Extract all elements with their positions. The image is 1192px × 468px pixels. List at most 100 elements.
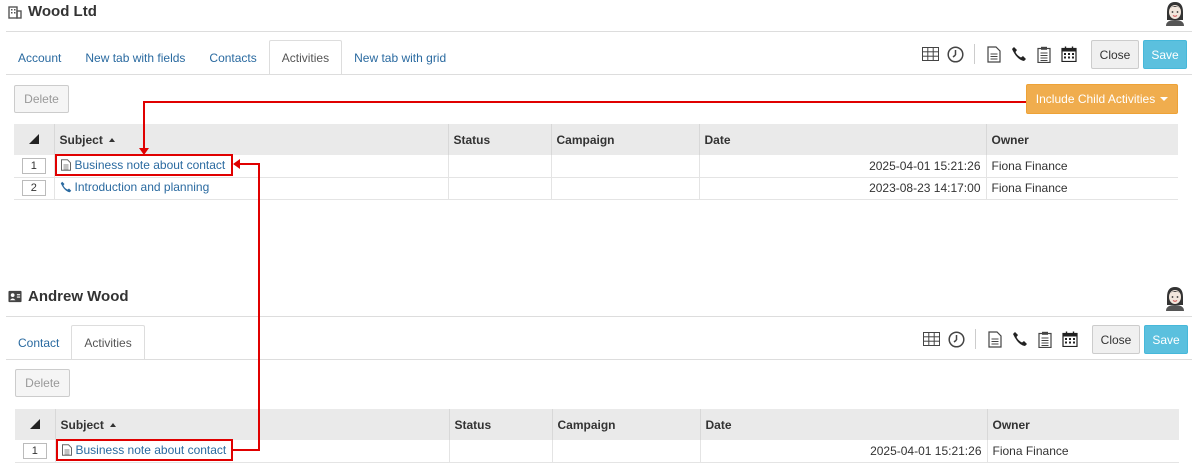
campaign-cell: [551, 155, 700, 178]
column-header-campaign[interactable]: Campaign: [551, 124, 700, 155]
column-subject-label: Subject: [60, 417, 104, 432]
delete-button[interactable]: Delete: [14, 85, 69, 113]
owner-cell: Fiona Finance: [987, 440, 1179, 463]
status-cell: [449, 440, 553, 463]
activities-grid: Subject Status Campaign Date Owner 1 Bus…: [14, 124, 1178, 200]
tab-activities[interactable]: Activities: [268, 40, 343, 75]
tab-bar: Account New tab with fields Contacts Act…: [6, 40, 458, 75]
select-all-header[interactable]: [15, 409, 56, 440]
row-number-cell: 2: [14, 177, 55, 200]
clock-icon[interactable]: [947, 330, 965, 348]
user-avatar-icon[interactable]: [1164, 285, 1186, 311]
column-header-owner[interactable]: Owner: [986, 124, 1178, 155]
subject-text: Introduction and planning: [74, 180, 210, 194]
column-header-status[interactable]: Status: [448, 124, 552, 155]
row-number-cell: 1: [14, 155, 55, 178]
sort-asc-icon: [108, 138, 115, 143]
save-button[interactable]: Save: [1144, 325, 1188, 354]
status-cell: [448, 177, 552, 200]
tabs-divider: [6, 74, 1192, 75]
user-avatar-icon[interactable]: [1164, 0, 1186, 26]
calendar-icon[interactable]: [1060, 45, 1078, 63]
record-header: Andrew Wood: [8, 288, 129, 305]
column-subject-label: Subject: [59, 132, 103, 147]
subject-text: Business note about contact: [74, 157, 226, 172]
row-number[interactable]: 1: [22, 442, 47, 459]
building-icon: [8, 5, 22, 19]
subject-cell: Business note about contact: [54, 155, 449, 178]
select-triangle-icon: [28, 133, 39, 144]
toolbar-separator: [974, 44, 975, 64]
subject-link[interactable]: Business note about contact: [61, 442, 227, 457]
column-header-status[interactable]: Status: [449, 409, 553, 440]
tab-contact[interactable]: Contact: [6, 325, 71, 360]
owner-cell: Fiona Finance: [986, 155, 1178, 178]
grid-icon[interactable]: [922, 330, 940, 348]
date-cell: 2025-04-01 15:21:26: [699, 155, 987, 178]
subject-link[interactable]: Business note about contact: [60, 157, 226, 172]
table-row[interactable]: 1 Business note about contact 2025-04-01…: [15, 440, 1179, 463]
close-button[interactable]: Close: [1091, 40, 1139, 69]
tab-new-tab-with-fields[interactable]: New tab with fields: [73, 40, 197, 75]
record-header: Wood Ltd: [8, 3, 97, 20]
date-cell: 2023-08-23 14:17:00: [699, 177, 987, 200]
contact-card-icon: [8, 290, 22, 304]
view-toolbar: [922, 329, 1079, 349]
delete-button[interactable]: Delete: [15, 369, 70, 397]
subject-link[interactable]: Introduction and planning: [60, 180, 210, 194]
page-title: Wood Ltd: [28, 3, 97, 20]
note-icon: [60, 159, 72, 171]
view-toolbar: [921, 44, 1078, 64]
subject-cell: Business note about contact: [55, 440, 450, 463]
clipboard-icon[interactable]: [1035, 45, 1053, 63]
row-number[interactable]: 2: [21, 180, 46, 196]
select-triangle-icon: [29, 418, 40, 429]
campaign-cell: [552, 440, 701, 463]
tab-new-tab-with-grid[interactable]: New tab with grid: [342, 40, 458, 75]
clipboard-icon[interactable]: [1036, 330, 1054, 348]
include-child-activities-button[interactable]: Include Child Activities: [1026, 84, 1178, 114]
include-child-activities-label: Include Child Activities: [1035, 92, 1156, 106]
select-all-header[interactable]: [14, 124, 55, 155]
caret-down-icon: [1160, 97, 1169, 101]
owner-cell: Fiona Finance: [986, 177, 1178, 200]
contact-panel: Andrew Wood Contact Activities Close Sav…: [0, 285, 1192, 468]
phone-icon[interactable]: [1011, 330, 1029, 348]
note-icon[interactable]: [985, 45, 1003, 63]
column-header-subject[interactable]: Subject: [54, 124, 449, 155]
phone-icon[interactable]: [1010, 45, 1028, 63]
clock-icon[interactable]: [946, 45, 964, 63]
table-row[interactable]: 1 Business note about contact 2025-04-01…: [14, 155, 1178, 178]
tab-contacts[interactable]: Contacts: [197, 40, 268, 75]
tab-account[interactable]: Account: [6, 40, 73, 75]
account-panel: Wood Ltd Account New tab with fields Con…: [0, 0, 1192, 230]
save-button[interactable]: Save: [1143, 40, 1187, 69]
row-number[interactable]: 1: [21, 157, 46, 174]
subject-cell: Introduction and planning: [54, 177, 449, 200]
grid-icon[interactable]: [921, 45, 939, 63]
close-button[interactable]: Close: [1092, 325, 1140, 354]
tabs-divider: [6, 359, 1192, 360]
header-divider: [6, 316, 1192, 317]
column-header-date[interactable]: Date: [700, 409, 988, 440]
status-cell: [448, 155, 552, 178]
header-divider: [6, 31, 1192, 32]
row-number-cell: 1: [15, 440, 56, 463]
table-row[interactable]: 2 Introduction and planning 2023-08-23 1…: [14, 177, 1178, 200]
date-cell: 2025-04-01 15:21:26: [700, 440, 988, 463]
sort-asc-icon: [109, 423, 116, 428]
tab-bar: Contact Activities: [6, 325, 145, 360]
phone-icon: [60, 181, 72, 193]
column-header-campaign[interactable]: Campaign: [552, 409, 701, 440]
column-header-date[interactable]: Date: [699, 124, 987, 155]
toolbar-separator: [975, 329, 976, 349]
activities-grid: Subject Status Campaign Date Owner 1 Bus…: [15, 409, 1179, 463]
column-header-owner[interactable]: Owner: [987, 409, 1179, 440]
column-header-subject[interactable]: Subject: [55, 409, 450, 440]
campaign-cell: [551, 177, 700, 200]
note-icon: [61, 444, 73, 456]
note-icon[interactable]: [986, 330, 1004, 348]
tab-activities[interactable]: Activities: [71, 325, 145, 360]
subject-text: Business note about contact: [75, 442, 227, 457]
calendar-icon[interactable]: [1061, 330, 1079, 348]
